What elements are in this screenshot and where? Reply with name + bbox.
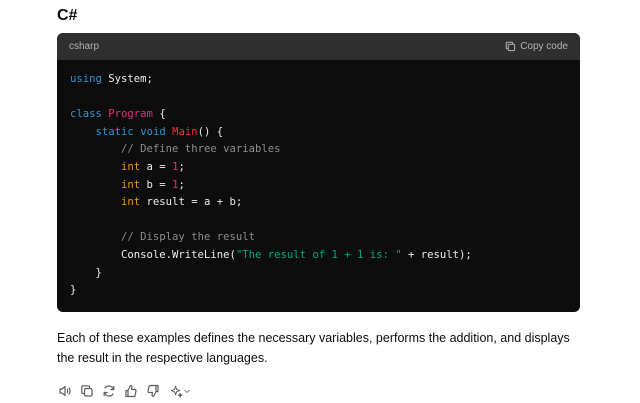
code-block-header: csharp Copy code <box>57 33 580 60</box>
change-model-button[interactable] <box>167 383 193 399</box>
chevron-down-icon <box>183 387 191 395</box>
code-token: int <box>121 196 141 209</box>
code-line: using System; <box>70 71 580 89</box>
copy-code-label: Copy code <box>520 41 568 52</box>
code-line: } <box>70 282 580 300</box>
code-block: csharp Copy code using System; class Prog… <box>57 33 580 312</box>
code-token: Console.WriteLine( <box>70 248 236 261</box>
code-line: int a = 1; <box>70 159 580 177</box>
code-token: using <box>70 73 102 85</box>
section-heading: C# <box>57 7 78 24</box>
message-actions <box>57 383 193 399</box>
copy-icon <box>505 41 516 52</box>
sparkle-icon <box>170 385 183 398</box>
copy-button[interactable] <box>79 383 95 399</box>
code-token: // Display the result <box>121 231 255 244</box>
code-line: int result = a + b; <box>70 194 580 212</box>
code-line: static void Main() { <box>70 124 580 142</box>
code-token: { <box>152 108 166 121</box>
code-token: "The result of 1 + 1 is: " <box>235 248 402 261</box>
thumbs-down-button[interactable] <box>145 383 161 399</box>
regenerate-button[interactable] <box>101 383 117 399</box>
code-token: b = <box>140 178 173 191</box>
code-token: class <box>70 108 102 121</box>
code-token: Main <box>172 125 198 138</box>
code-token: System; <box>101 73 153 85</box>
speaker-icon <box>58 384 72 398</box>
code-token: int <box>121 178 141 191</box>
thumbs-up-button[interactable] <box>123 383 139 399</box>
code-line: int b = 1; <box>70 177 580 195</box>
code-token: result = a + b; <box>140 196 243 209</box>
code-token: int <box>121 160 141 173</box>
code-token: void <box>140 125 166 138</box>
code-token: ; <box>178 160 185 173</box>
code-token: a = <box>140 160 173 173</box>
code-token: } <box>70 266 102 279</box>
code-token: // Define three variables <box>121 143 281 156</box>
code-line: // Display the result <box>70 229 580 247</box>
copy-icon <box>80 384 94 398</box>
code-token: } <box>70 284 77 297</box>
code-line: } <box>70 265 580 283</box>
code-line: class Program { <box>70 106 580 124</box>
code-token: + result); <box>401 248 472 261</box>
read-aloud-button[interactable] <box>57 383 73 399</box>
code-token: Program <box>108 108 153 121</box>
response-paragraph: Each of these examples defines the neces… <box>57 331 570 365</box>
code-content: using System; class Program { static void… <box>57 60 580 300</box>
thumbs-down-icon <box>146 384 160 398</box>
code-line: // Define three variables <box>70 141 580 159</box>
code-token: static <box>95 125 134 138</box>
refresh-icon <box>102 384 116 398</box>
thumbs-up-icon <box>124 384 138 398</box>
code-token: ; <box>178 178 185 191</box>
code-token: () { <box>197 125 224 138</box>
copy-code-button[interactable]: Copy code <box>505 41 568 52</box>
code-line: Console.WriteLine("The result of 1 + 1 i… <box>70 247 580 265</box>
code-language-label: csharp <box>69 41 100 52</box>
